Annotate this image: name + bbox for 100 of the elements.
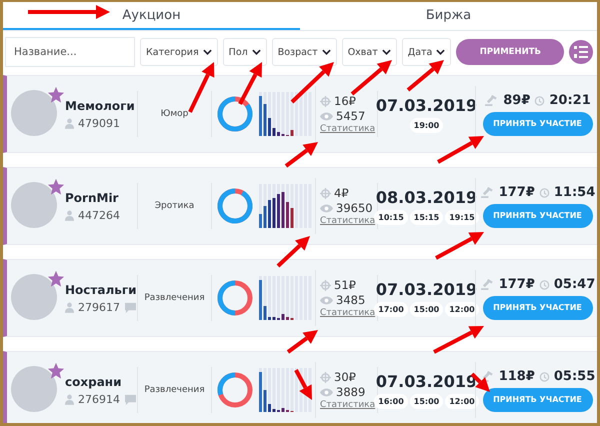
channel-name: PornMir <box>65 190 120 204</box>
annotation-arrow <box>284 142 318 168</box>
filter-dropdown[interactable]: Возраст <box>272 38 337 66</box>
annotation-arrow <box>238 62 262 105</box>
price-value: 30₽ <box>334 370 356 384</box>
crosshair-icon <box>320 96 331 106</box>
channel-name: сохрани <box>65 374 122 388</box>
crosshair-icon <box>320 280 331 290</box>
user-icon <box>65 118 74 128</box>
crosshair-icon <box>320 372 331 382</box>
time-pill: 17:00 <box>374 302 408 316</box>
chevron-icon <box>322 49 331 55</box>
subscriber-count: 447264 <box>78 208 120 222</box>
statistics-link[interactable]: Статистика <box>320 400 376 410</box>
star-icon <box>47 270 65 288</box>
filter-dropdown[interactable]: Категория <box>140 38 218 66</box>
star-icon <box>47 178 65 196</box>
list-view-button[interactable] <box>569 40 594 64</box>
category-label: Эротика <box>154 201 194 211</box>
annotation-arrow <box>350 60 392 96</box>
join-button[interactable]: ПРИНЯТЬ УЧАСТИЕ <box>482 388 592 412</box>
avatar-placeholder <box>11 90 57 136</box>
annotation-arrow <box>286 330 318 354</box>
chevron-icon <box>202 49 212 55</box>
avatar-placeholder <box>11 366 57 412</box>
time-pill: 15:15 <box>410 210 444 224</box>
eye-icon <box>320 296 333 304</box>
statistics-link[interactable]: Статистика <box>320 124 376 134</box>
clock-icon <box>538 186 550 198</box>
chevron-icon <box>382 49 391 55</box>
annotation-arrow <box>437 136 484 164</box>
subscriber-count: 279617 <box>78 300 120 314</box>
timer-value: 20:21 <box>549 92 591 108</box>
join-button[interactable]: ПРИНЯТЬ УЧАСТИЕ <box>482 112 592 136</box>
price-value: 4₽ <box>334 186 349 200</box>
annotation-arrow <box>294 369 312 400</box>
price-value: 16₽ <box>334 94 356 108</box>
apply-button[interactable]: ПРИМЕНИТЬ <box>456 39 564 65</box>
filter-dropdown[interactable]: Пол <box>222 38 267 66</box>
time-pill: 19:00 <box>410 118 444 132</box>
bid-price: 118₽ <box>498 368 535 384</box>
star-icon <box>47 362 65 380</box>
time-pill: 10:15 <box>374 210 408 224</box>
chevron-icon <box>436 49 446 55</box>
clock-icon <box>538 370 550 382</box>
eye-icon <box>320 204 333 212</box>
time-pill: 12:00 <box>445 302 479 316</box>
channel-name: Ностальги <box>65 282 137 296</box>
view-count: 3889 <box>336 385 366 399</box>
date-label: 07.03.2019 <box>376 96 478 114</box>
date-label: 07.03.2019 <box>376 372 478 390</box>
time-pill: 16:00 <box>374 394 408 408</box>
clock-icon <box>534 94 546 106</box>
age-bars-drawing <box>259 368 313 412</box>
numbered-list-icon <box>573 44 590 60</box>
age-bars-drawing <box>259 184 313 228</box>
view-count: 3485 <box>336 293 366 307</box>
annotation-arrow <box>406 60 444 92</box>
date-label: 07.03.2019 <box>376 280 478 298</box>
time-pill: 15:00 <box>410 394 444 408</box>
date-label: 08.03.2019 <box>376 188 478 206</box>
view-count: 5457 <box>336 109 366 123</box>
gender-donut-chart <box>214 278 254 318</box>
gender-donut-chart <box>214 94 254 134</box>
join-button[interactable]: ПРИНЯТЬ УЧАСТИЕ <box>482 204 592 228</box>
search-field[interactable]: Название... <box>5 37 135 67</box>
subscriber-count: 276914 <box>78 392 120 406</box>
filter-dropdown[interactable]: Дата <box>402 38 452 66</box>
star-icon <box>47 86 65 104</box>
bid-price: 177₽ <box>498 184 535 200</box>
category-label: Юмор <box>160 109 188 119</box>
crosshair-icon <box>320 188 331 198</box>
timer-value: 11:54 <box>554 184 596 200</box>
annotation-arrow <box>188 62 214 113</box>
user-icon <box>65 302 74 312</box>
time-pill: 12:00 <box>445 394 479 408</box>
time-pill: 15:00 <box>410 302 444 316</box>
avatar-placeholder <box>11 182 57 228</box>
annotation-arrow <box>290 62 334 104</box>
price-value: 51₽ <box>334 278 356 292</box>
join-button[interactable]: ПРИНЯТЬ УЧАСТИЕ <box>482 296 592 320</box>
bid-price: 89₽ <box>503 92 530 108</box>
clock-icon <box>538 278 550 290</box>
annotation-arrow <box>276 236 310 268</box>
category-label: Развлечения <box>144 293 205 303</box>
user-icon <box>65 394 74 404</box>
category-label: Развлечения <box>144 385 205 395</box>
timer-value: 05:55 <box>554 368 596 384</box>
statistics-link[interactable]: Статистика <box>320 216 376 226</box>
view-count: 39650 <box>336 201 373 215</box>
bid-price: 177₽ <box>498 276 535 292</box>
chevron-icon <box>252 49 261 55</box>
age-bars-drawing <box>259 276 313 320</box>
subscriber-count: 479091 <box>78 116 120 130</box>
eye-icon <box>320 388 333 396</box>
statistics-link[interactable]: Статистика <box>320 308 376 318</box>
filter-dropdown[interactable]: Охват <box>342 38 397 66</box>
user-icon <box>65 210 74 220</box>
gender-donut-chart <box>214 370 254 410</box>
gavel-icon <box>480 186 495 198</box>
